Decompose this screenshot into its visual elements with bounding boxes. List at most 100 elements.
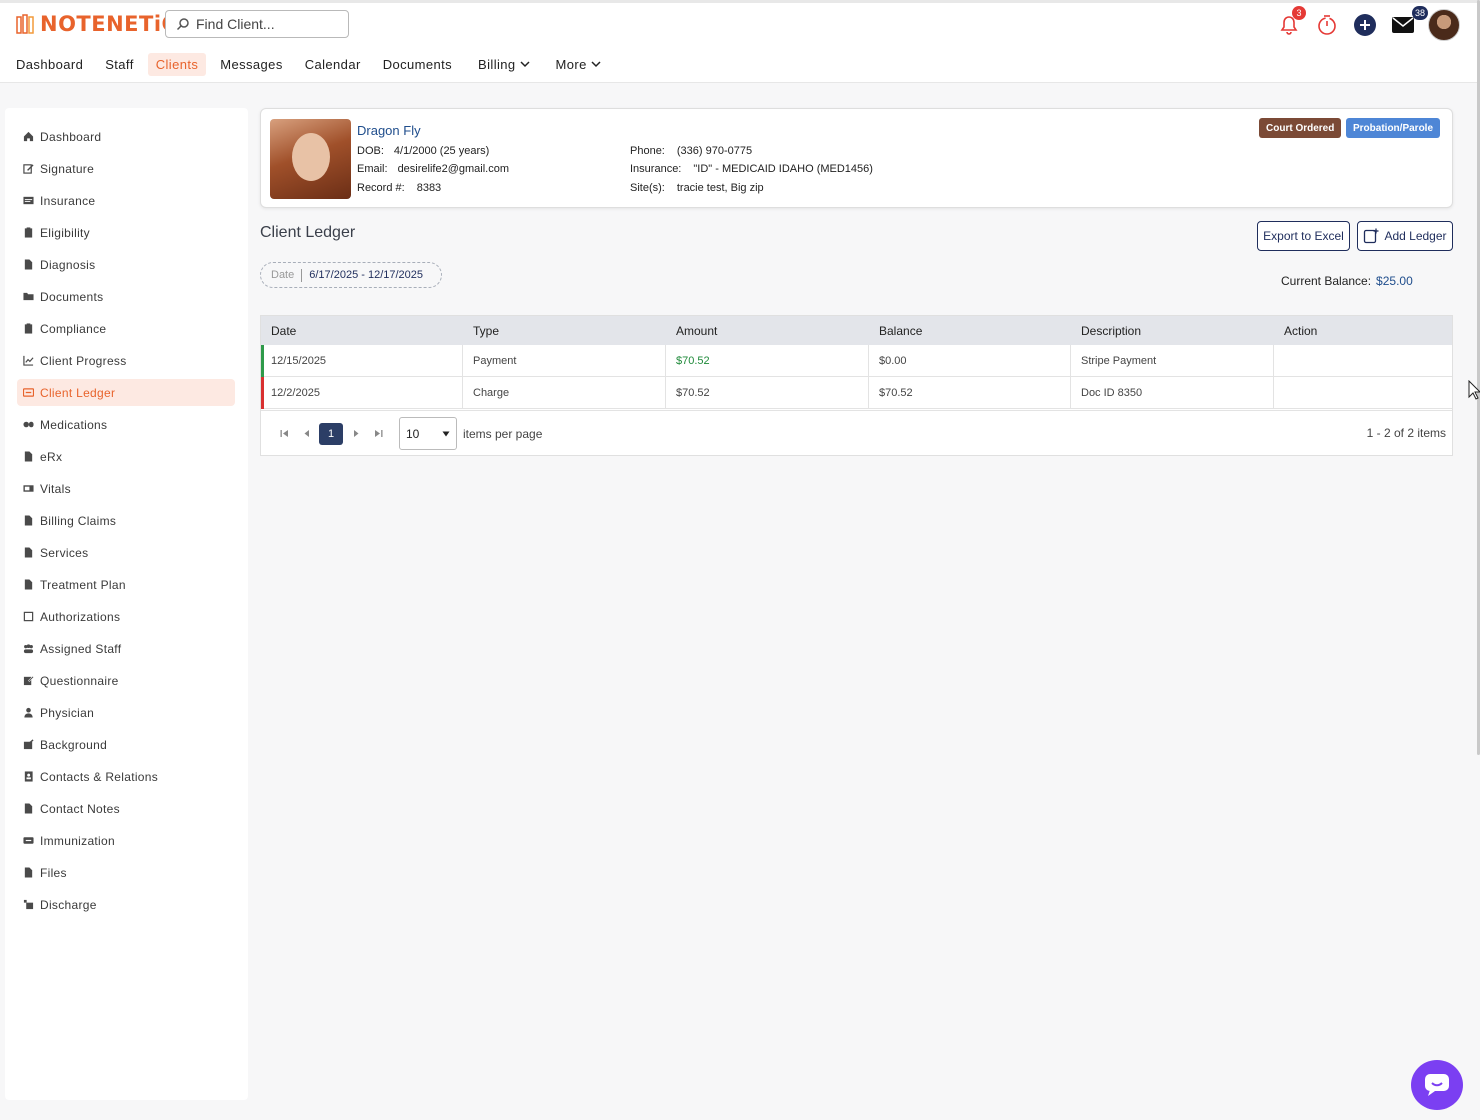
sidebar-item-vitals[interactable]: Vitals <box>17 475 235 502</box>
column-description[interactable]: Description <box>1071 316 1274 345</box>
cell-description: Doc ID 8350 <box>1071 377 1274 408</box>
sidebar-item-client-ledger[interactable]: Client Ledger <box>17 379 235 406</box>
first-page-button[interactable] <box>273 423 295 445</box>
file-icon <box>24 515 33 526</box>
file-icon <box>24 259 33 270</box>
sidebar-item-compliance[interactable]: Compliance <box>17 315 235 342</box>
client-insurance: Insurance: "ID" - MEDICAID IDAHO (MED1456… <box>630 163 873 175</box>
nav-billing[interactable]: Billing <box>470 53 537 76</box>
page-size-select[interactable]: 10 <box>399 417 457 450</box>
sidebar-item-billing-claims[interactable]: Billing Claims <box>17 507 235 534</box>
nav-more[interactable]: More <box>548 53 609 76</box>
cell-amount: $70.52 <box>666 377 869 408</box>
items-count-label: 1 - 2 of 2 items <box>1366 426 1446 440</box>
nav-calendar[interactable]: Calendar <box>297 53 369 76</box>
last-page-button[interactable] <box>367 423 389 445</box>
client-dob: DOB: 4/1/2000 (25 years) <box>357 145 490 157</box>
search-icon <box>176 18 189 31</box>
client-profile-card: Dragon Fly DOB: 4/1/2000 (25 years) Email… <box>260 108 1453 208</box>
sidebar-item-contacts-relations[interactable]: Contacts & Relations <box>17 763 235 790</box>
sidebar-item-assigned-staff[interactable]: Assigned Staff <box>17 635 235 662</box>
sidebar-item-authorizations[interactable]: Authorizations <box>17 603 235 630</box>
cell-date: 12/2/2025 <box>261 377 463 408</box>
column-type[interactable]: Type <box>463 316 666 345</box>
user-avatar[interactable] <box>1428 9 1460 41</box>
edit-icon <box>23 676 34 686</box>
find-client-search[interactable] <box>165 10 349 38</box>
nav-documents[interactable]: Documents <box>375 53 460 76</box>
search-input[interactable] <box>196 16 336 32</box>
sidebar-item-erx[interactable]: eRx <box>17 443 235 470</box>
add-button[interactable] <box>1352 10 1378 40</box>
tag-court-ordered: Court Ordered <box>1259 118 1342 138</box>
main-nav: Dashboard Staff Clients Messages Calenda… <box>0 46 1478 83</box>
cell-description: Stripe Payment <box>1071 345 1274 376</box>
timer-button[interactable] <box>1314 10 1340 40</box>
sidebar-item-background[interactable]: Background <box>17 731 235 758</box>
users-icon <box>23 644 34 654</box>
column-balance[interactable]: Balance <box>869 316 1071 345</box>
prev-page-button[interactable] <box>295 423 317 445</box>
sidebar-item-insurance[interactable]: Insurance <box>17 187 235 214</box>
client-email: Email: desirelife2@gmail.com <box>357 163 509 175</box>
column-date[interactable]: Date <box>261 316 463 345</box>
sidebar-item-signature[interactable]: Signature <box>17 155 235 182</box>
page-title: Client Ledger <box>260 224 356 241</box>
folder-icon <box>23 292 34 301</box>
nav-messages[interactable]: Messages <box>212 53 290 76</box>
date-range-value: 6/17/2025 - 12/17/2025 <box>309 269 424 281</box>
client-phone: Phone: (336) 970-0775 <box>630 145 753 157</box>
sidebar-item-questionnaire[interactable]: Questionnaire <box>17 667 235 694</box>
file-icon <box>24 579 33 590</box>
cell-date: 12/15/2025 <box>261 345 463 376</box>
nav-staff[interactable]: Staff <box>97 53 142 76</box>
column-action[interactable]: Action <box>1274 316 1452 345</box>
top-bar: NOTENETiC 3 38 <box>0 0 1478 46</box>
nav-clients[interactable]: Clients <box>147 52 207 76</box>
logo-mark-icon <box>16 14 34 34</box>
sidebar-item-services[interactable]: Services <box>17 539 235 566</box>
table-row[interactable]: 12/2/2025 Charge $70.52 $70.52 Doc ID 83… <box>261 377 1452 409</box>
sidebar-item-physician[interactable]: Physician <box>17 699 235 726</box>
sidebar-item-immunization[interactable]: Immunization <box>17 827 235 854</box>
app-logo[interactable]: NOTENETiC <box>16 12 177 36</box>
notifications-button[interactable]: 3 <box>1276 6 1306 40</box>
page-number-current[interactable]: 1 <box>319 422 343 445</box>
sidebar-item-dashboard[interactable]: Dashboard <box>17 123 235 150</box>
next-page-button[interactable] <box>345 423 367 445</box>
nav-dashboard[interactable]: Dashboard <box>8 53 91 76</box>
items-per-page-label: items per page <box>463 426 543 441</box>
client-name-link[interactable]: Dragon Fly <box>357 123 421 138</box>
row-status-bar <box>261 345 264 377</box>
user-doctor-icon <box>24 707 33 718</box>
sidebar-item-diagnosis[interactable]: Diagnosis <box>17 251 235 278</box>
messages-button[interactable]: 38 <box>1390 6 1428 40</box>
cell-action <box>1274 345 1452 376</box>
file-icon <box>24 803 33 814</box>
sidebar-item-discharge[interactable]: Discharge <box>17 891 235 918</box>
column-amount[interactable]: Amount <box>666 316 869 345</box>
date-range-filter[interactable]: Date 6/17/2025 - 12/17/2025 <box>260 262 442 288</box>
sidebar-item-files[interactable]: Files <box>17 859 235 886</box>
table-header: Date Type Amount Balance Description Act… <box>261 316 1452 345</box>
client-record: Record #: 8383 <box>357 182 442 194</box>
current-balance-value: $25.00 <box>1376 274 1413 288</box>
sidebar-item-documents[interactable]: Documents <box>17 283 235 310</box>
sidebar-item-client-progress[interactable]: Client Progress <box>17 347 235 374</box>
chat-launcher-button[interactable] <box>1411 1060 1463 1110</box>
client-photo <box>270 119 351 199</box>
clipboard-icon <box>24 323 33 334</box>
add-ledger-button[interactable]: Add Ledger <box>1357 221 1453 251</box>
cell-balance: $0.00 <box>869 345 1071 376</box>
table-row[interactable]: 12/15/2025 Payment $70.52 $0.00 Stripe P… <box>261 345 1452 377</box>
ledger-table: Date Type Amount Balance Description Act… <box>260 315 1453 456</box>
vitals-icon <box>23 485 34 492</box>
caret-down-icon <box>442 431 450 436</box>
add-note-icon <box>1364 228 1379 244</box>
export-to-excel-button[interactable]: Export to Excel <box>1257 221 1350 251</box>
sidebar-item-treatment-plan[interactable]: Treatment Plan <box>17 571 235 598</box>
cell-type: Payment <box>463 345 666 376</box>
sidebar-item-contact-notes[interactable]: Contact Notes <box>17 795 235 822</box>
sidebar-item-medications[interactable]: Medications <box>17 411 235 438</box>
sidebar-item-eligibility[interactable]: Eligibility <box>17 219 235 246</box>
